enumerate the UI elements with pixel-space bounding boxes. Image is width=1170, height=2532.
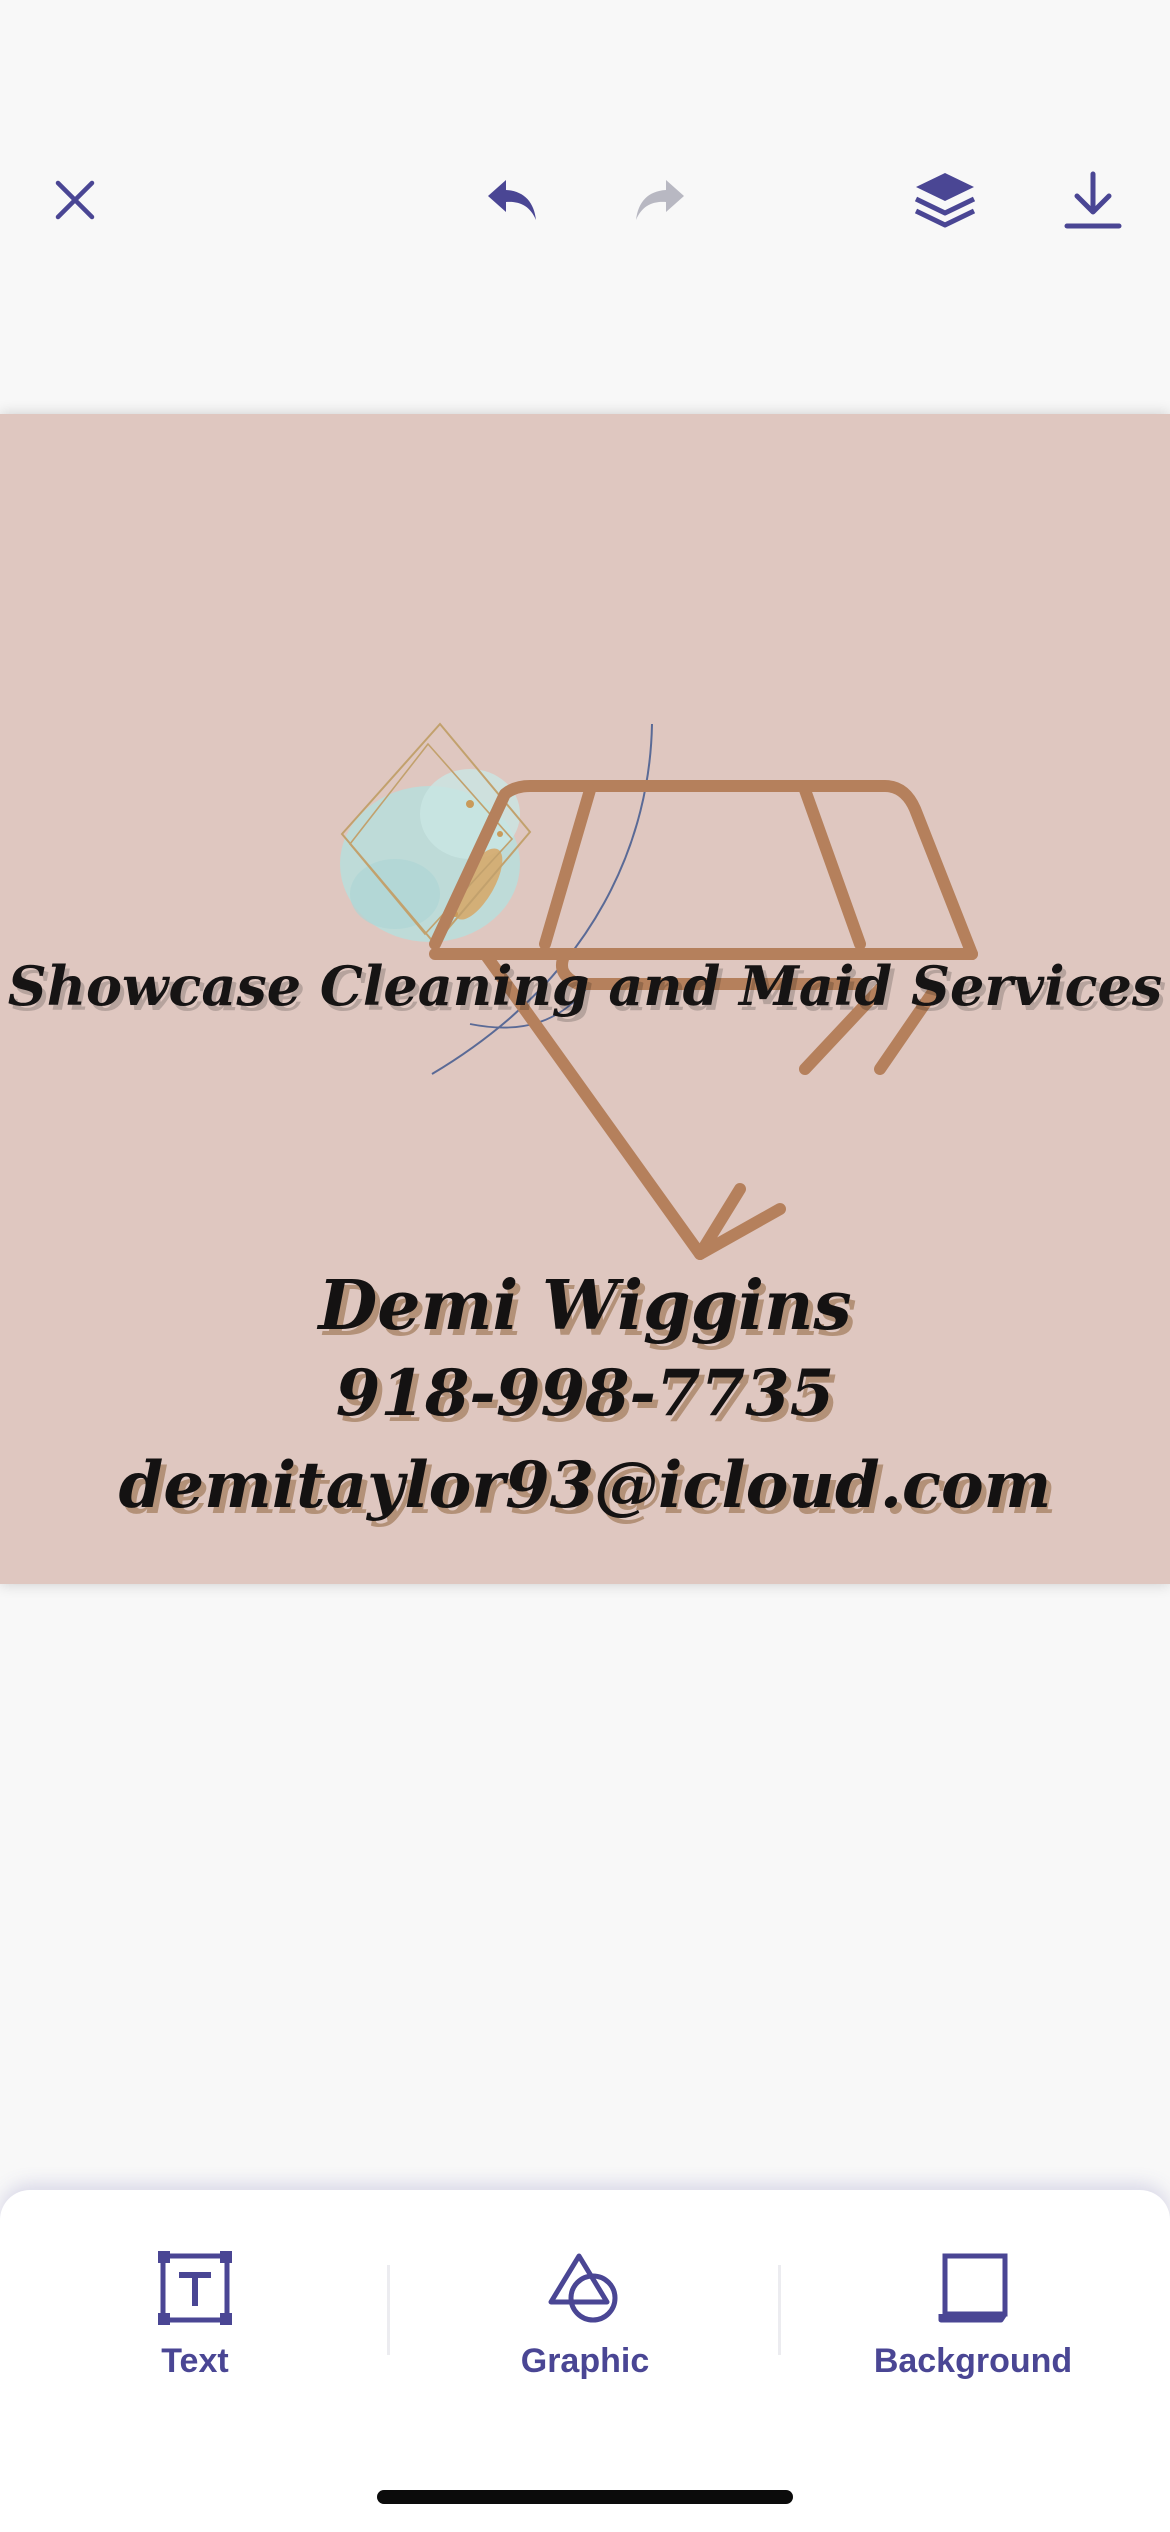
redo-icon — [636, 180, 684, 220]
shapes-icon — [548, 2253, 618, 2323]
business-name-text[interactable]: Showcase Cleaning and Maid Services — [0, 954, 1170, 1018]
download-button[interactable] — [1048, 155, 1138, 245]
download-icon — [1064, 171, 1122, 229]
editor-toolbar — [0, 0, 1170, 400]
close-button[interactable] — [30, 155, 120, 245]
design-canvas[interactable]: Showcase Cleaning and Maid Services Demi… — [0, 414, 1170, 1584]
tool-divider — [778, 2265, 781, 2355]
home-indicator[interactable] — [377, 2490, 793, 2504]
graphic-tool-button[interactable]: Graphic — [435, 2250, 735, 2410]
bottom-tool-sheet: Text Graphic Background — [0, 2190, 1170, 2532]
text-tool-button[interactable]: Text — [45, 2250, 345, 2410]
undo-button[interactable] — [467, 155, 557, 245]
phone-number-text[interactable]: 918-998-7735 — [0, 1356, 1170, 1431]
redo-button[interactable] — [615, 155, 705, 245]
background-tool-label: Background — [873, 2342, 1073, 2380]
undo-icon — [488, 180, 536, 220]
layers-icon — [914, 173, 976, 228]
text-tool-label: Text — [161, 2342, 229, 2380]
close-icon — [55, 180, 95, 220]
email-text[interactable]: demitaylor93@icloud.com — [0, 1448, 1170, 1523]
text-tool-icon — [158, 2251, 232, 2325]
background-tool-button[interactable]: Background — [823, 2250, 1123, 2410]
graphic-tool-label: Graphic — [520, 2342, 650, 2380]
layers-button[interactable] — [900, 155, 990, 245]
tool-divider — [387, 2265, 390, 2355]
owner-name-text[interactable]: Demi Wiggins — [0, 1266, 1170, 1346]
background-icon — [938, 2253, 1008, 2323]
